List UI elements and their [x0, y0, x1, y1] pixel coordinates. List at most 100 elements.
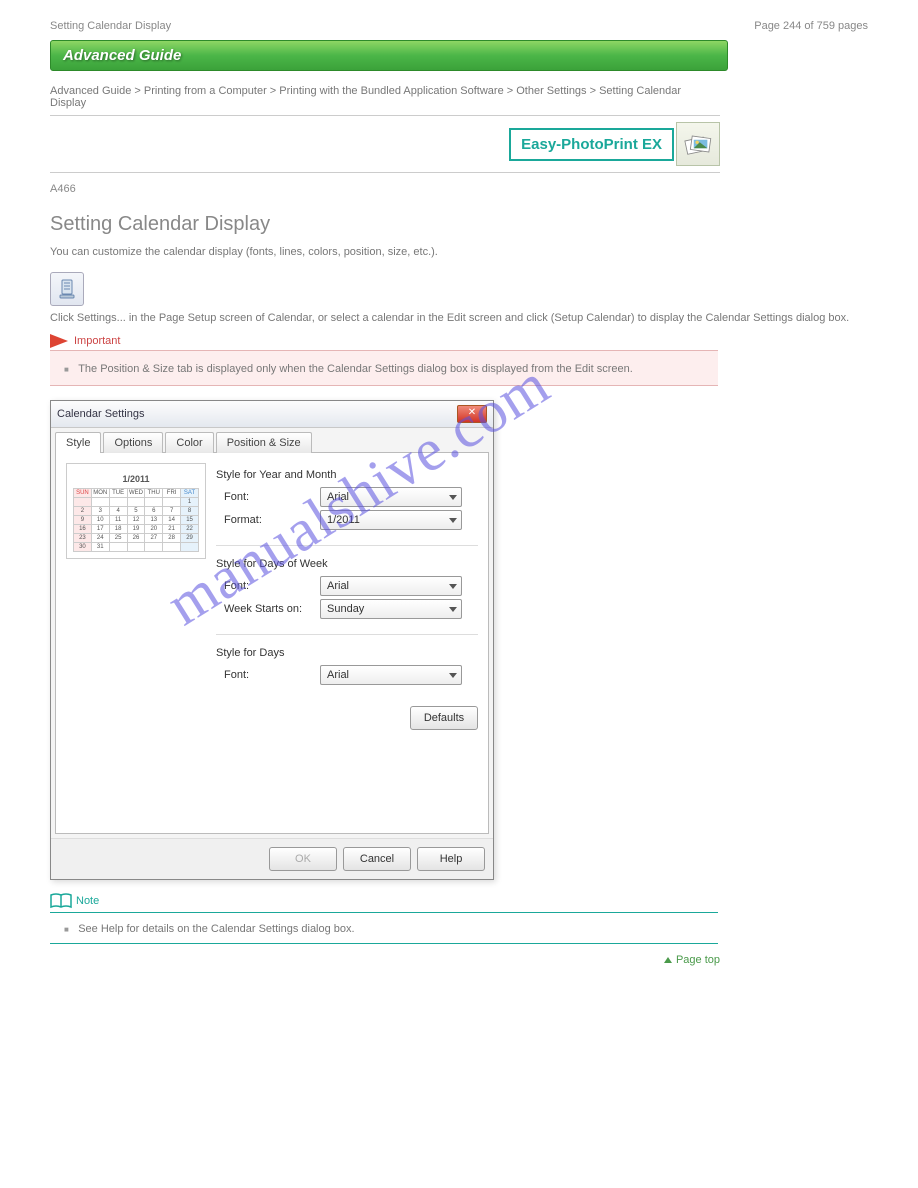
dow-week-value: Sunday: [327, 603, 364, 615]
app-badge-row: Easy-PhotoPrint EX: [50, 122, 720, 173]
cal-day-cell: 7: [163, 507, 181, 516]
important-text: The Position & Size tab is displayed onl…: [78, 363, 633, 375]
ym-format-combo[interactable]: 1/2011: [320, 510, 462, 530]
cal-day-cell: 31: [91, 543, 109, 552]
bullet-icon: ■: [64, 925, 69, 934]
cal-day-cell: 25: [109, 534, 127, 543]
calendar-preview: 1/2011 SUNMONTUEWEDTHUFRISAT 12345678910…: [66, 463, 206, 559]
cal-day-cell: 18: [109, 525, 127, 534]
dialog-title: Calendar Settings: [57, 408, 144, 420]
cal-day-cell: 10: [91, 516, 109, 525]
photo-stack-icon: [676, 122, 720, 166]
arrow-up-icon: [664, 957, 672, 963]
tab-position-size[interactable]: Position & Size: [216, 432, 312, 453]
cal-day-cell: [181, 543, 199, 552]
defaults-button[interactable]: Defaults: [410, 706, 478, 730]
chevron-down-icon: [449, 518, 457, 523]
cancel-button[interactable]: Cancel: [343, 847, 411, 871]
days-font-label: Font:: [216, 669, 320, 681]
cal-day-cell: [109, 498, 127, 507]
settings-column: Style for Year and Month Font: Arial For…: [206, 463, 478, 823]
cal-day-cell: [109, 543, 127, 552]
cal-day-cell: 14: [163, 516, 181, 525]
days-font-combo[interactable]: Arial: [320, 665, 462, 685]
ym-font-value: Arial: [327, 491, 349, 503]
cal-day-cell: [163, 498, 181, 507]
cal-day-cell: 19: [127, 525, 145, 534]
advanced-guide-banner: Advanced Guide: [50, 40, 728, 71]
cal-day-cell: 17: [91, 525, 109, 534]
cal-day-cell: 12: [127, 516, 145, 525]
group-days-of-week: Style for Days of Week Font: Arial Week …: [216, 552, 478, 635]
dialog-button-row: OK Cancel Help: [51, 838, 493, 879]
setup-calendar-icon: [50, 272, 84, 306]
cal-header-cell: SUN: [74, 489, 92, 498]
cal-day-cell: 20: [145, 525, 163, 534]
group-year-month-title: Style for Year and Month: [216, 469, 478, 481]
cal-day-cell: 27: [145, 534, 163, 543]
note-box: ■ See Help for details on the Calendar S…: [50, 912, 718, 944]
group-dow-title: Style for Days of Week: [216, 558, 478, 570]
bullet-icon: ■: [64, 365, 69, 374]
cal-day-cell: [163, 543, 181, 552]
book-icon: [50, 892, 72, 910]
dow-week-combo[interactable]: Sunday: [320, 599, 462, 619]
ym-font-label: Font:: [216, 491, 320, 503]
ym-font-combo[interactable]: Arial: [320, 487, 462, 507]
cal-day-cell: 4: [109, 507, 127, 516]
close-button[interactable]: ✕: [457, 405, 487, 423]
preview-month-label: 1/2011: [73, 474, 199, 484]
important-flag-row: Important: [50, 334, 868, 348]
tab-options[interactable]: Options: [103, 432, 163, 453]
help-button[interactable]: Help: [417, 847, 485, 871]
cal-day-cell: [145, 543, 163, 552]
page-top-label: Page top: [676, 954, 720, 966]
dow-font-combo[interactable]: Arial: [320, 576, 462, 596]
tab-body: 1/2011 SUNMONTUEWEDTHUFRISAT 12345678910…: [55, 452, 489, 834]
cal-header-cell: WED: [127, 489, 145, 498]
cal-day-cell: 21: [163, 525, 181, 534]
cal-day-cell: 6: [145, 507, 163, 516]
cal-header-cell: THU: [145, 489, 163, 498]
page-top-link[interactable]: Page top: [664, 954, 720, 966]
chevron-down-icon: [449, 607, 457, 612]
dow-font-value: Arial: [327, 580, 349, 592]
cal-day-cell: 29: [181, 534, 199, 543]
ok-button[interactable]: OK: [269, 847, 337, 871]
dialog-titlebar: Calendar Settings ✕: [51, 401, 493, 428]
cal-day-cell: [127, 543, 145, 552]
important-flag-icon: [50, 334, 68, 348]
tab-style[interactable]: Style: [55, 432, 101, 453]
dow-week-label: Week Starts on:: [216, 603, 320, 615]
mini-calendar: SUNMONTUEWEDTHUFRISAT 123456789101112131…: [73, 488, 199, 552]
cal-day-cell: 16: [74, 525, 92, 534]
cal-day-cell: 9: [74, 516, 92, 525]
intro-text: You can customize the calendar display (…: [50, 246, 868, 258]
tool-caption: Click Settings... in the Page Setup scre…: [50, 312, 868, 324]
page-title: Setting Calendar Display: [50, 213, 868, 236]
header-right: Page 244 of 759 pages: [754, 20, 868, 32]
cal-day-cell: 30: [74, 543, 92, 552]
cal-day-cell: [127, 498, 145, 507]
tab-color[interactable]: Color: [165, 432, 213, 453]
days-font-value: Arial: [327, 669, 349, 681]
breadcrumb: Advanced Guide > Printing from a Compute…: [50, 85, 720, 116]
important-box: ■ The Position & Size tab is displayed o…: [50, 350, 718, 386]
cal-header-cell: SAT: [181, 489, 199, 498]
cal-day-cell: [74, 498, 92, 507]
cal-day-cell: [145, 498, 163, 507]
tab-strip: Style Options Color Position & Size: [51, 428, 493, 453]
cal-day-cell: 3: [91, 507, 109, 516]
cal-day-cell: 22: [181, 525, 199, 534]
cal-day-cell: 2: [74, 507, 92, 516]
cal-day-cell: 23: [74, 534, 92, 543]
cal-day-cell: 28: [163, 534, 181, 543]
cal-day-cell: 8: [181, 507, 199, 516]
cal-day-cell: 1: [181, 498, 199, 507]
cal-day-cell: 5: [127, 507, 145, 516]
cal-header-cell: FRI: [163, 489, 181, 498]
cal-day-cell: 11: [109, 516, 127, 525]
chevron-down-icon: [449, 673, 457, 678]
ym-format-value: 1/2011: [327, 514, 360, 526]
page-top-row: Page top: [50, 954, 720, 966]
